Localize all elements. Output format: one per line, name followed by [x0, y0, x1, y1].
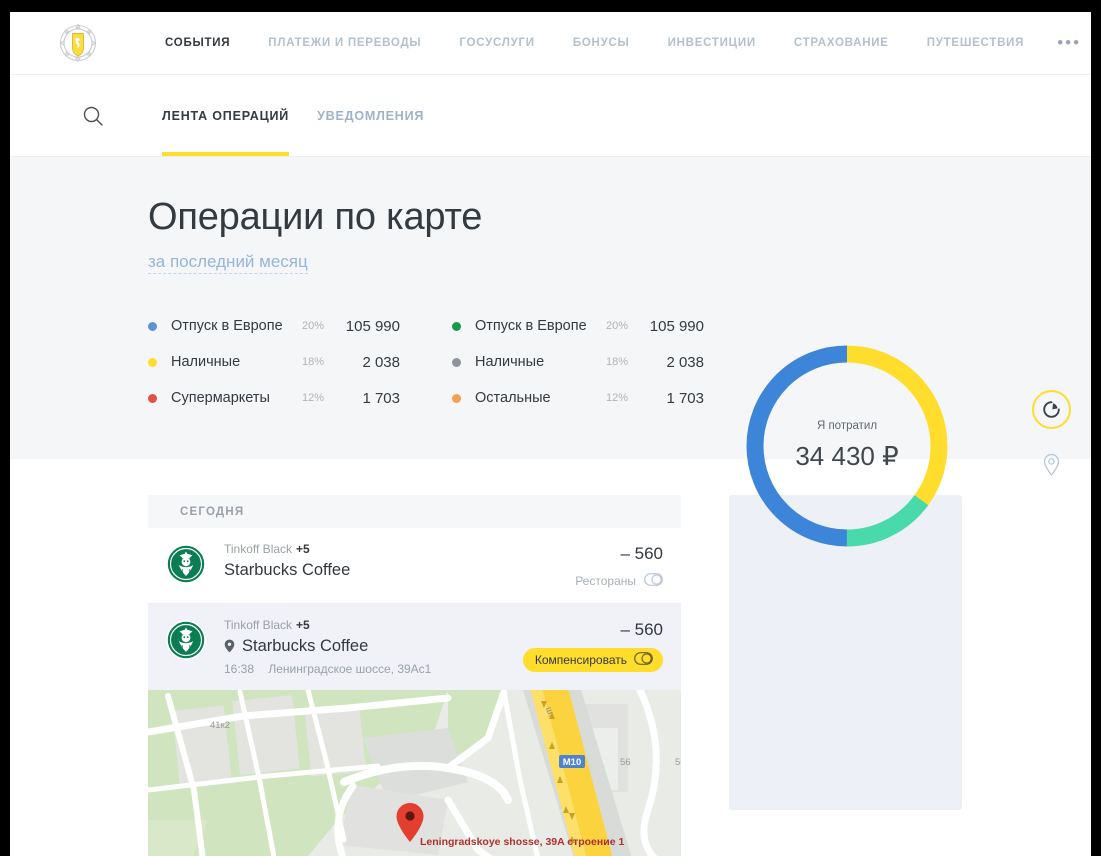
legend-color-dot	[452, 393, 461, 403]
legend-color-dot	[148, 357, 157, 367]
legend-value: 105 990	[649, 317, 704, 335]
search-icon[interactable]	[82, 105, 104, 127]
legend-color-dot	[148, 393, 157, 403]
compensate-button[interactable]: Компенсировать	[522, 648, 663, 672]
transaction-category[interactable]: Рестораны	[575, 573, 663, 589]
legend-item[interactable]: Наличные 18% 2 038	[148, 344, 400, 380]
legend-label: Остальные	[475, 390, 551, 406]
feed-day-header: СЕГОДНЯ	[148, 495, 681, 528]
transaction-amount: – 560	[620, 544, 663, 563]
card-name: Tinkoff Black	[224, 618, 293, 632]
legend-item[interactable]: Наличные 18% 2 038	[452, 344, 704, 380]
transaction-details: Tinkoff Black +5 Starbucks Coffee	[224, 542, 575, 589]
merchant-name: Starbucks Coffee	[224, 561, 351, 579]
nav-item-puteshestviya[interactable]: ПУТЕШЕСТВИЯ	[908, 37, 1043, 49]
legend-value: 1 703	[362, 389, 400, 407]
legend-percent: 18%	[605, 356, 628, 368]
transaction-card: Tinkoff Black +5	[224, 542, 575, 556]
top-navigation-bar: СОБЫТИЯ ПЛАТЕЖИ И ПЕРЕВОДЫ ГОСУСЛУГИ БОН…	[10, 12, 1091, 75]
tab-lenta-operaciy[interactable]: ЛЕНТА ОПЕРАЦИЙ	[162, 75, 290, 156]
merchant-name-row: Starbucks Coffee	[224, 635, 523, 657]
nav-item-platezhi[interactable]: ПЛАТЕЖИ И ПЕРЕВОДЫ	[249, 37, 440, 49]
transaction-row[interactable]: Tinkoff Black+5 Starbucks Coffee 16:38	[148, 604, 681, 690]
cashback-badge: +5	[296, 618, 310, 632]
cashback-badge: +5	[296, 542, 310, 556]
legend-percent: 18%	[301, 356, 324, 368]
sub-tabs: ЛЕНТА ОПЕРАЦИЙ УВЕДОМЛЕНИЯ	[162, 75, 452, 156]
legend-label: Отпуск в Европе	[475, 318, 587, 334]
legend-color-dot	[452, 357, 461, 367]
map-pin-icon[interactable]	[1032, 445, 1071, 484]
legend-percent: 12%	[301, 392, 324, 404]
period-selector[interactable]: за последний месяц	[148, 251, 308, 274]
transaction-amount: – 560	[620, 620, 663, 639]
donut-center-label: Я потратил 34 430 ₽	[743, 342, 951, 550]
legend-label: Наличные	[475, 354, 545, 370]
legend-color-dot	[148, 321, 157, 331]
svg-text:56: 56	[675, 757, 681, 768]
legend-color-dot	[452, 321, 461, 331]
legend-value: 2 038	[666, 353, 704, 371]
legend-percent: 12%	[605, 392, 628, 404]
nav-item-gosuslugi[interactable]: ГОСУСЛУГИ	[440, 37, 553, 49]
svg-text:M10: M10	[563, 757, 581, 768]
sub-navigation-bar: ЛЕНТА ОПЕРАЦИЙ УВЕДОМЛЕНИЯ	[10, 75, 1091, 157]
spending-donut-chart[interactable]: Я потратил 34 430 ₽	[743, 342, 951, 550]
legend-item[interactable]: Отпуск в Европе 20% 105 990	[148, 308, 400, 344]
category-label: Рестораны	[575, 574, 636, 588]
svg-text:56: 56	[620, 757, 631, 768]
top-nav-items: СОБЫТИЯ ПЛАТЕЖИ И ПЕРЕВОДЫ ГОСУСЛУГИ БОН…	[146, 34, 1091, 51]
donut-chart-icon[interactable]	[1032, 390, 1071, 429]
transaction-details: Tinkoff Black+5 Starbucks Coffee 16:38	[224, 618, 523, 676]
map-pin-label: Leningradskoye shosse, 39A строение 1	[420, 836, 625, 848]
legend-item[interactable]: Супермаркеты 12% 1 703	[148, 380, 400, 416]
legend-percent: 20%	[301, 320, 324, 332]
app-window: СОБЫТИЯ ПЛАТЕЖИ И ПЕРЕВОДЫ ГОСУСЛУГИ БОН…	[10, 12, 1091, 856]
legend-value: 105 990	[345, 317, 400, 335]
legend-item[interactable]: Отпуск в Европе 20% 105 990	[452, 308, 704, 344]
transaction-address: Ленинградское шоссе, 39Ас1	[268, 662, 432, 676]
nav-item-sobytiya[interactable]: СОБЫТИЯ	[146, 37, 249, 49]
nav-item-strahovanie[interactable]: СТРАХОВАНИЕ	[775, 37, 908, 49]
legend-label: Наличные	[171, 354, 241, 370]
legend-label: Супермаркеты	[171, 390, 270, 406]
legend-value: 1 703	[666, 389, 704, 407]
legend-column-left: Отпуск в Европе 20% 105 990 Наличные 18%…	[148, 308, 400, 416]
starbucks-logo	[166, 544, 206, 584]
donut-total-amount: 34 430 ₽	[795, 441, 899, 471]
nav-item-investicii[interactable]: ИНВЕСТИЦИИ	[649, 37, 775, 49]
merchant-name: Starbucks Coffee	[242, 637, 369, 655]
merchant-name-row: Starbucks Coffee	[224, 559, 575, 581]
transaction-amount-block: – 560 Компенсировать	[522, 618, 663, 676]
legend-label: Отпуск в Европе	[171, 318, 283, 334]
tinkoff-logo[interactable]	[55, 20, 101, 66]
legend-item[interactable]: Остальные 12% 1 703	[452, 380, 704, 416]
transaction-time: 16:38	[224, 662, 255, 676]
spending-summary-panel: Операции по карте за последний месяц Отп…	[10, 157, 1091, 547]
transaction-card: Tinkoff Black +5	[224, 618, 523, 632]
legend-value: 2 038	[362, 353, 400, 371]
toggle-icon[interactable]	[644, 573, 663, 589]
compensate-label: Компенсировать	[534, 653, 627, 667]
operations-feed: СЕГОДНЯ Tinkoff Black +5 Starbucks Coffe…	[148, 495, 681, 856]
svg-text:41к2: 41к2	[210, 720, 230, 731]
transaction-location-map[interactable]: ш. 41к2 56 56 M10 Leningradsk	[148, 690, 681, 856]
transaction-amount-block: – 560 Рестораны	[575, 542, 663, 589]
tab-uvedomleniya[interactable]: УВЕДОМЛЕНИЯ	[317, 75, 424, 156]
legend-percent: 20%	[605, 320, 628, 332]
card-name: Tinkoff Black	[224, 542, 293, 556]
transaction-row[interactable]: Tinkoff Black +5 Starbucks Coffee – 560 Р…	[148, 528, 681, 604]
nav-item-bonusy[interactable]: БОНУСЫ	[554, 37, 649, 49]
starbucks-logo	[166, 620, 206, 660]
page-title: Операции по карте	[148, 196, 483, 238]
view-mode-switcher	[1032, 390, 1071, 484]
toggle-icon[interactable]	[634, 652, 653, 668]
donut-caption: Я потратил	[816, 420, 878, 432]
legend-column-right: Отпуск в Европе 20% 105 990 Наличные 18%…	[452, 308, 704, 416]
location-pin-icon	[224, 639, 235, 653]
nav-more-icon[interactable]: •••	[1043, 34, 1091, 51]
transaction-meta: 16:38 Ленинградское шоссе, 39Ас1	[224, 662, 523, 676]
